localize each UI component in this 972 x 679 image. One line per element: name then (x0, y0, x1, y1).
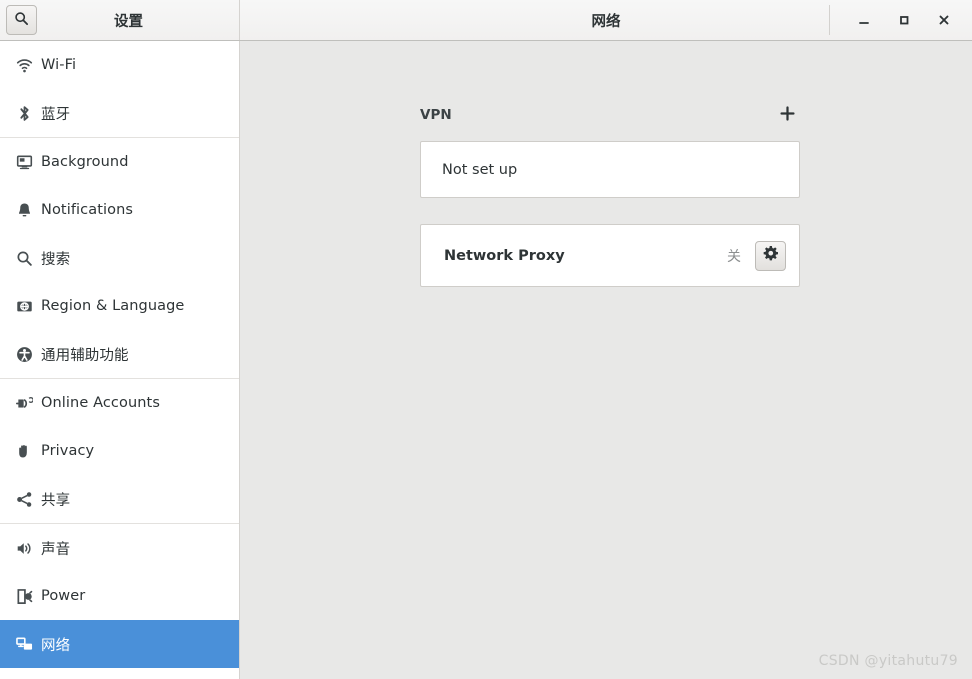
sidebar-item-label: 搜索 (41, 251, 71, 268)
region-icon (9, 298, 39, 315)
search-button[interactable] (6, 5, 37, 35)
bluetooth-icon (9, 105, 39, 122)
sidebar-item-accessibility[interactable]: 通用辅助功能 (0, 330, 239, 379)
sidebar-item-region-language[interactable]: Region & Language (0, 282, 239, 330)
vpn-section-title: VPN (420, 107, 452, 123)
watermark: CSDN @yitahutu79 (818, 653, 958, 669)
sidebar-item-label: Power (41, 588, 86, 604)
network-panel: VPN Not set up Network Proxy 关 CSDN @yit… (240, 41, 972, 679)
sidebar-item-label: 共享 (41, 492, 71, 509)
sidebar-item-label: Online Accounts (41, 395, 160, 411)
sidebar-item-search[interactable]: 搜索 (0, 234, 239, 282)
sidebar-item-notifications[interactable]: Notifications (0, 186, 239, 234)
settings-sidebar: Wi-Fi 蓝牙 Background Notifications 搜索 Region &… (0, 41, 240, 679)
bell-icon (9, 202, 39, 219)
online-accounts-icon (9, 395, 39, 412)
window-body: Wi-Fi 蓝牙 Background Notifications 搜索 Region &… (0, 41, 972, 679)
vpn-card[interactable]: Not set up (420, 141, 800, 198)
window-controls (829, 0, 972, 40)
sidebar-item-background[interactable]: Background (0, 138, 239, 186)
accessibility-icon (9, 346, 39, 363)
hand-icon (9, 443, 39, 460)
sidebar-item-bluetooth[interactable]: 蓝牙 (0, 89, 239, 138)
sidebar-item-label: Wi-Fi (41, 57, 77, 73)
power-plug-icon (9, 588, 39, 605)
sidebar-item-label: 通用辅助功能 (41, 347, 129, 364)
network-proxy-row[interactable]: Network Proxy 关 (420, 224, 800, 287)
wifi-icon (9, 57, 39, 74)
network-proxy-label: Network Proxy (444, 247, 565, 264)
share-icon (9, 491, 39, 508)
settings-content: VPN Not set up Network Proxy 关 (420, 103, 800, 287)
speaker-icon (9, 540, 39, 557)
sidebar-item-label: Background (41, 154, 129, 170)
sidebar-item-online-accounts[interactable]: Online Accounts (0, 379, 239, 427)
header-bar: 设置 网络 (0, 0, 972, 41)
sidebar-item-label: 声音 (41, 541, 71, 558)
maximize-button[interactable] (884, 3, 924, 37)
sidebar-item-network[interactable]: 网络 (0, 620, 239, 668)
sidebar-item-wifi[interactable]: Wi-Fi (0, 41, 239, 89)
vpn-status-text: Not set up (442, 161, 518, 178)
vpn-section-header: VPN (420, 103, 800, 127)
sidebar-item-label: Region & Language (41, 298, 185, 314)
sidebar-item-label: 蓝牙 (41, 106, 71, 123)
search-icon (9, 250, 39, 267)
network-proxy-settings-button[interactable] (755, 240, 786, 271)
settings-window: 设置 网络 Wi-Fi 蓝牙 Background Notifications … (0, 0, 972, 679)
close-button[interactable] (924, 3, 964, 37)
background-icon (9, 154, 39, 171)
sidebar-item-power[interactable]: Power (0, 572, 239, 620)
sidebar-item-label: Privacy (41, 443, 95, 459)
window-controls-separator (829, 5, 830, 35)
add-vpn-button[interactable] (776, 104, 798, 126)
sidebar-item-privacy[interactable]: Privacy (0, 427, 239, 475)
plus-icon (779, 105, 796, 126)
sidebar-item-sharing[interactable]: 共享 (0, 475, 239, 524)
network-proxy-state: 关 (727, 248, 741, 265)
content-header: 网络 (240, 0, 972, 40)
gear-icon (763, 246, 778, 265)
minimize-button[interactable] (844, 3, 884, 37)
search-icon (14, 11, 29, 30)
sidebar-header: 设置 (0, 0, 240, 40)
network-icon (9, 636, 39, 653)
sidebar-item-sound[interactable]: 声音 (0, 524, 239, 572)
sidebar-item-label: 网络 (41, 637, 71, 654)
sidebar-item-label: Notifications (41, 202, 134, 218)
